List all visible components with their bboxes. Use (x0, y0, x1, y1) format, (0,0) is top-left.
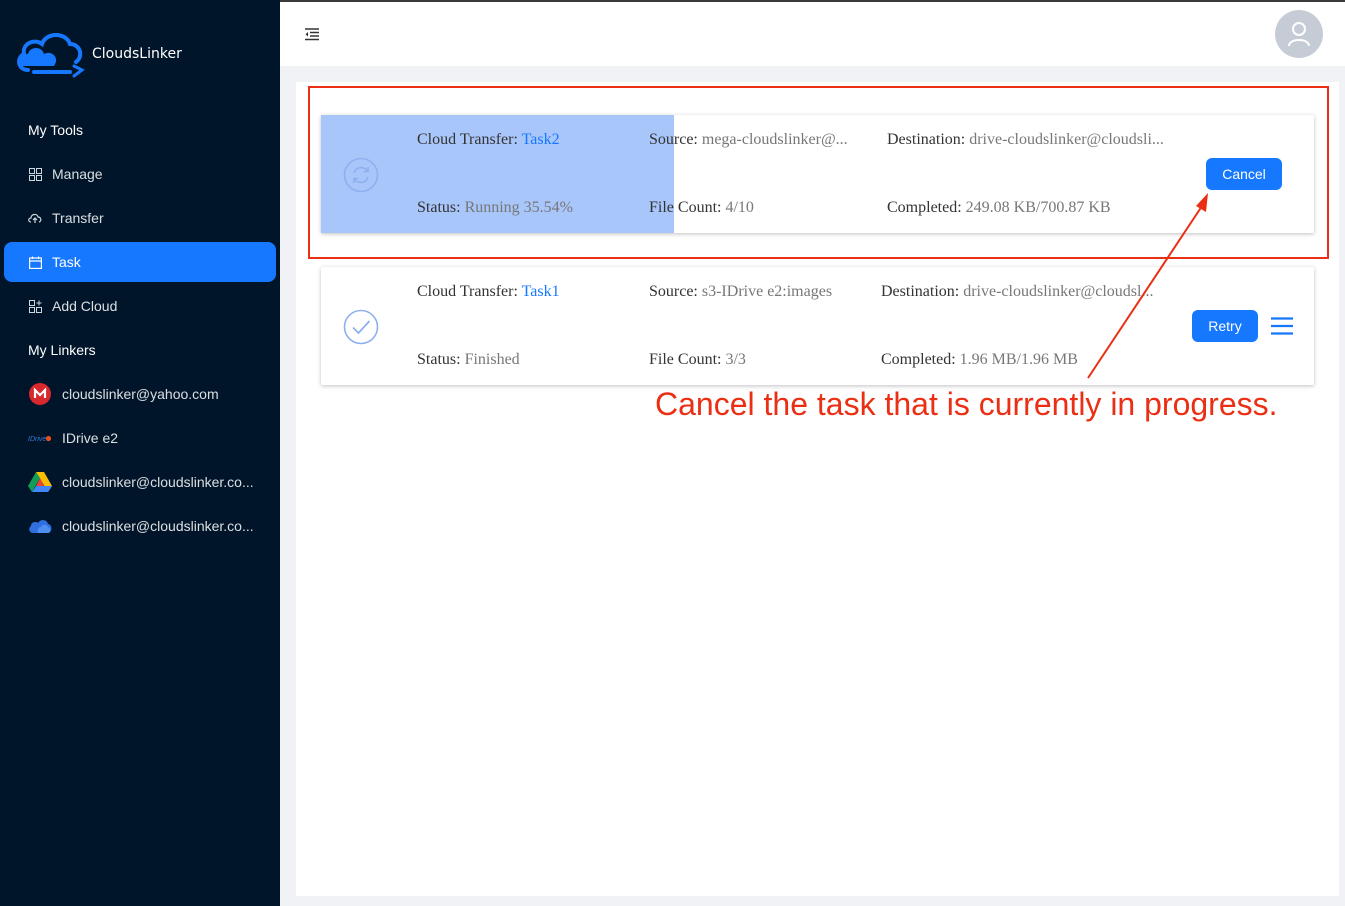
mega-icon (28, 382, 52, 406)
task-destination-label: Destination: (881, 283, 964, 300)
linker-label: cloudslinker@cloudslinker.co... (62, 518, 254, 534)
task-file-count-label: File Count: (649, 351, 726, 368)
cloud-sync-icon (28, 211, 42, 225)
task-source: Source: s3-IDrive e2:images (649, 283, 859, 301)
sidebar-item-label: Task (52, 254, 81, 270)
linker-item-onedrive[interactable]: cloudslinker@cloudslinker.co... (28, 506, 254, 546)
google-drive-icon (28, 470, 52, 494)
my-tools-title: My Tools (28, 122, 83, 138)
task-file-count-value: 3/3 (725, 351, 746, 368)
sidebar-item-label: Add Cloud (52, 298, 118, 314)
linker-label: cloudslinker@cloudslinker.co... (62, 474, 254, 490)
sidebar-item-task[interactable]: Task (4, 242, 276, 282)
header (280, 2, 1345, 66)
task-completed-value: 1.96 MB/1.96 MB (959, 351, 1078, 368)
cloudslinker-logo-icon (17, 33, 85, 78)
task-completed: Completed: 1.96 MB/1.96 MB (881, 351, 1161, 369)
user-icon (1288, 22, 1310, 47)
sidebar-item-label: Manage (52, 166, 103, 182)
add-cloud-icon (28, 299, 42, 313)
task-status: Status: Finished (417, 351, 637, 369)
linker-item-idrive[interactable]: IDrive IDrive e2 (28, 418, 118, 458)
calendar-icon (28, 255, 42, 269)
task-source-value: s3-IDrive e2:images (701, 283, 833, 300)
avatar[interactable] (1275, 10, 1323, 58)
task-source-label: Source: (649, 283, 702, 300)
more-menu-icon[interactable] (1271, 317, 1293, 335)
check-circle-icon (343, 309, 379, 345)
annotation-highlight-box (308, 86, 1329, 259)
retry-button[interactable]: Retry (1192, 310, 1258, 342)
task-completed-label: Completed: (881, 351, 960, 368)
sidebar-item-transfer[interactable]: Transfer (4, 198, 276, 238)
onedrive-icon (28, 514, 52, 538)
menu-fold-icon[interactable] (304, 26, 320, 42)
sidebar-item-manage[interactable]: Manage (4, 154, 276, 194)
task-destination-value: drive-cloudslinker@cloudsl... (963, 283, 1154, 300)
idrive-logo-text: IDrive (28, 436, 46, 443)
task-name-link[interactable]: Task1 (522, 283, 560, 300)
linker-label: IDrive e2 (62, 430, 119, 446)
my-linkers-title: My Linkers (28, 342, 96, 358)
sidebar-item-add-cloud[interactable]: Add Cloud (4, 286, 276, 326)
sidebar-item-label: Transfer (52, 210, 104, 226)
grid-icon (28, 167, 42, 181)
task-title: Cloud Transfer: Task1 (417, 283, 637, 301)
sidebar: CloudsLinker My Tools Manage Transfer Ta… (0, 0, 280, 906)
task-title-label: Cloud Transfer: (417, 283, 522, 300)
app-name: CloudsLinker (92, 46, 182, 62)
annotation-caption: Cancel the task that is currently in pro… (655, 386, 1278, 422)
task-file-count: File Count: 3/3 (649, 351, 859, 369)
task-destination: Destination: drive-cloudslinker@cloudsl.… (881, 283, 1161, 301)
linker-label: cloudslinker@yahoo.com (62, 386, 219, 402)
task-card: Cloud Transfer: Task1 Source: s3-IDrive … (321, 267, 1314, 385)
task-status-value: Finished (464, 351, 520, 368)
logo[interactable]: CloudsLinker (14, 26, 182, 80)
idrive-icon: IDrive (28, 426, 52, 450)
task-status-label: Status: (417, 351, 465, 368)
linker-item-mega[interactable]: cloudslinker@yahoo.com (28, 374, 219, 414)
linker-item-google-drive[interactable]: cloudslinker@cloudslinker.co... (28, 462, 254, 502)
